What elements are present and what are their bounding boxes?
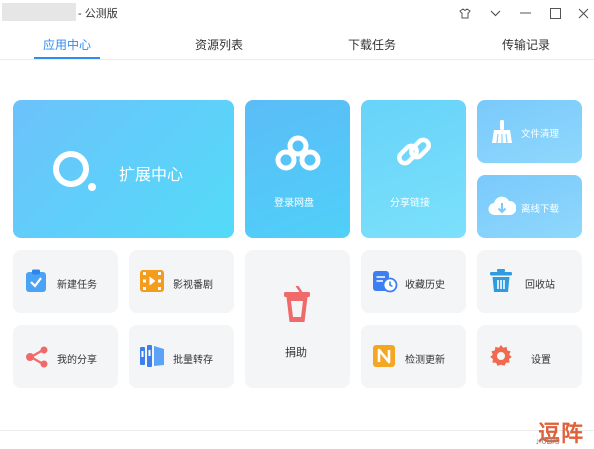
settings-tile[interactable]: 设置 — [477, 325, 582, 388]
extension-center-label: 扩展中心 — [119, 167, 184, 184]
close-icon[interactable] — [574, 4, 592, 22]
active-tab-indicator — [34, 57, 100, 59]
login-disk-label: 登录网盘 — [274, 198, 314, 209]
download-speed-value: 0B/s — [541, 436, 560, 446]
share-icon — [25, 345, 49, 374]
donate-tile[interactable]: 捐助 — [245, 250, 350, 388]
file-clean-label: 文件清理 — [521, 129, 560, 140]
extension-center-tile[interactable]: 扩展中心 — [13, 100, 234, 238]
new-task-label: 新建任务 — [57, 280, 97, 291]
file-clean-tile[interactable]: 文件清理 — [477, 100, 582, 163]
window-title: - 公测版 — [78, 8, 118, 20]
cloud-icon — [275, 134, 321, 177]
offline-download-tile[interactable]: 离线下载 — [477, 175, 582, 238]
cup-icon — [283, 284, 311, 329]
check-update-tile[interactable]: 检测更新 — [361, 325, 466, 388]
favorites-history-label: 收藏历史 — [405, 280, 445, 291]
trash-icon — [490, 269, 512, 298]
video-drama-label: 影视番剧 — [173, 280, 213, 291]
donate-label: 捐助 — [285, 347, 307, 359]
offline-download-label: 离线下载 — [521, 204, 560, 215]
status-divider — [0, 430, 594, 431]
video-drama-tile[interactable]: 影视番剧 — [129, 250, 234, 313]
tab-transfer-records[interactable]: 传输记录 — [481, 36, 571, 53]
new-task-tile[interactable]: 新建任务 — [13, 250, 118, 313]
login-disk-tile[interactable]: 登录网盘 — [245, 100, 350, 238]
link-icon — [394, 132, 434, 177]
clipboard-check-icon — [25, 269, 47, 298]
tab-resource-list[interactable]: 资源列表 — [174, 36, 264, 53]
app-name-redacted — [2, 3, 76, 21]
tab-app-center[interactable]: 应用中心 — [22, 36, 112, 53]
update-n-icon — [373, 345, 395, 372]
my-share-label: 我的分享 — [57, 355, 97, 366]
batch-files-icon — [139, 344, 165, 373]
recycle-bin-tile[interactable]: 回收站 — [477, 250, 582, 313]
batch-transfer-tile[interactable]: 批量转存 — [129, 325, 234, 388]
download-speed: ↓ 0B/s — [535, 436, 560, 446]
recycle-bin-label: 回收站 — [525, 280, 555, 291]
search-ring-icon — [51, 149, 101, 200]
favorites-history-tile[interactable]: 收藏历史 — [361, 250, 466, 313]
settings-label: 设置 — [531, 355, 551, 366]
share-link-tile[interactable]: 分享链接 — [361, 100, 466, 238]
history-doc-icon — [372, 269, 398, 298]
share-link-label: 分享链接 — [390, 198, 430, 209]
film-strip-icon — [140, 270, 164, 297]
download-arrow-icon: ↓ — [535, 436, 540, 446]
title-bar: - 公测版 — [0, 0, 594, 26]
batch-transfer-label: 批量转存 — [173, 355, 213, 366]
my-share-tile[interactable]: 我的分享 — [13, 325, 118, 388]
broom-icon — [491, 120, 513, 149]
cloud-download-icon — [488, 195, 517, 222]
gear-icon — [489, 344, 513, 373]
main-tabs: 应用中心 资源列表 下载任务 传输记录 — [0, 28, 594, 60]
maximize-icon[interactable] — [546, 4, 564, 22]
tab-download-tasks[interactable]: 下载任务 — [327, 36, 417, 53]
dropdown-icon[interactable] — [486, 4, 504, 22]
check-update-label: 检测更新 — [405, 355, 445, 366]
skin-icon[interactable] — [456, 4, 474, 22]
minimize-icon[interactable] — [516, 4, 534, 22]
